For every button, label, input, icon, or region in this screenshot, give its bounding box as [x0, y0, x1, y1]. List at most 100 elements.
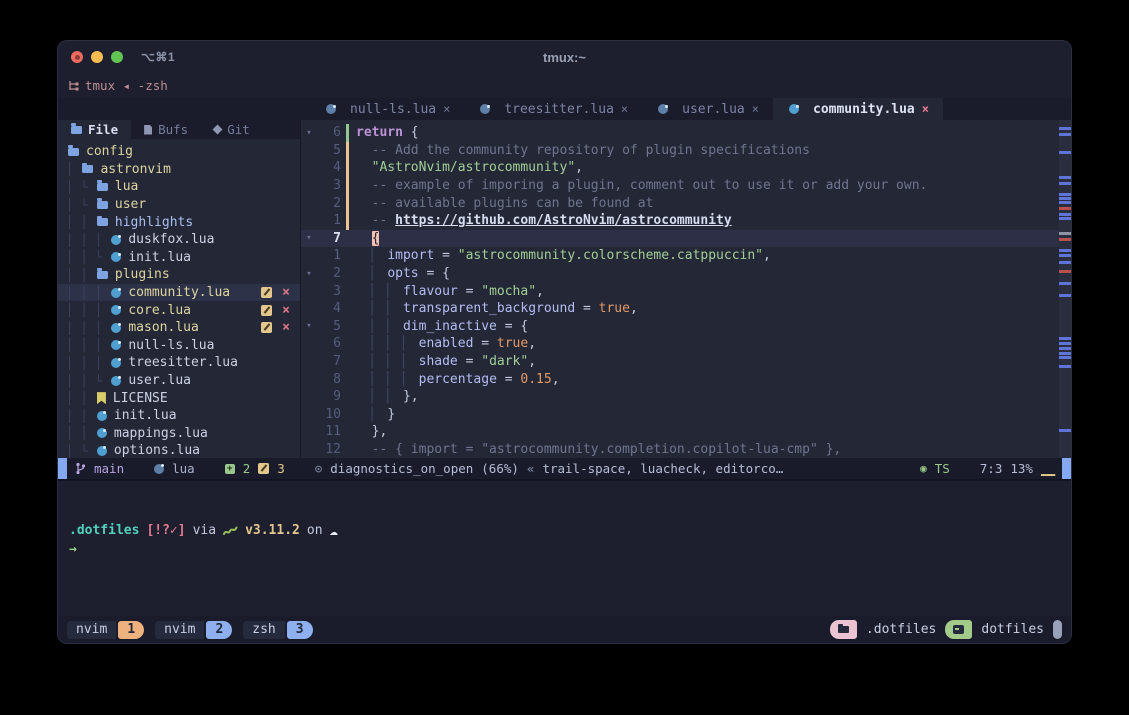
- code-line[interactable]: 11 },: [301, 423, 1071, 441]
- code-line[interactable]: 3 ▏ ▏ flavour = "mocha",: [301, 282, 1071, 300]
- fold-icon[interactable]: ▾: [301, 233, 317, 243]
- code-text: ▏ opts = {: [356, 266, 450, 281]
- tree-item-highlights[interactable]: │ │ highlights: [58, 213, 300, 231]
- close-icon[interactable]: ×: [282, 322, 290, 333]
- prompt-on-label: on: [307, 523, 323, 538]
- tree-item-duskfox.lua[interactable]: │ │ │ duskfox.lua: [58, 231, 300, 249]
- code-line[interactable]: 5 -- Add the community repository of plu…: [301, 142, 1071, 160]
- neotree-source-tabs: File Bufs Git: [58, 120, 300, 139]
- code-line[interactable]: ▾5 ▏ ▏ dim_inactive = {: [301, 318, 1071, 336]
- shell-input-line[interactable]: →: [69, 540, 1071, 559]
- close-window-button[interactable]: [71, 51, 83, 63]
- tree-item-init.lua[interactable]: │ │ └ init.lua: [58, 249, 300, 267]
- tmux-window-zsh-3[interactable]: zsh 3: [243, 621, 312, 639]
- code-line[interactable]: 10 ▏ }: [301, 406, 1071, 424]
- tree-item-core.lua[interactable]: │ │ │ core.lua×: [58, 301, 300, 319]
- tmux-window-name: nvim: [155, 621, 204, 639]
- close-icon[interactable]: ×: [922, 102, 929, 116]
- code-line[interactable]: 7 ▏ ▏ ▏ shade = "dark",: [301, 353, 1071, 371]
- minimap-mark: [1059, 133, 1071, 136]
- tmux-window-nvim-2[interactable]: nvim 2: [155, 621, 232, 639]
- tree-item-astronvim[interactable]: │ astronvim: [58, 161, 300, 179]
- tmux-bar-cap: [1053, 620, 1062, 639]
- fold-icon[interactable]: ▾: [301, 128, 317, 138]
- tree-indent-guides: │ └: [66, 444, 95, 458]
- neotree-tab-label: Bufs: [158, 122, 188, 137]
- fold-icon[interactable]: ▾: [301, 321, 317, 331]
- tree-item-lua[interactable]: │ └ lua: [58, 178, 300, 196]
- tree-item-treesitter.lua[interactable]: │ │ │ treesitter.lua: [58, 354, 300, 372]
- neotree-tab-git[interactable]: Git: [201, 120, 263, 139]
- tree-item-plugins[interactable]: │ │ plugins: [58, 266, 300, 284]
- tmux-status-bar: nvim 1 nvim 2 zsh 3 .dotfiles dotfiles: [58, 616, 1071, 643]
- tree-item-label: plugins: [115, 267, 170, 282]
- close-icon[interactable]: ×: [443, 102, 450, 116]
- tree-item-options.lua[interactable]: │ └ options.lua: [58, 442, 300, 458]
- zoom-window-button[interactable]: [111, 51, 123, 63]
- code-line[interactable]: 2 -- available plugins can be found at: [301, 194, 1071, 212]
- line-number: 10: [317, 407, 341, 422]
- code-line[interactable]: ▾6return {: [301, 124, 1071, 142]
- lua-icon: [154, 464, 164, 474]
- code-line[interactable]: 1 ▏ import = "astrocommunity.colorscheme…: [301, 247, 1071, 265]
- lua-icon-wrap: [480, 104, 490, 114]
- tree-item-community.lua[interactable]: │ │ │ community.lua×: [58, 284, 300, 302]
- code-text: -- Add the community repository of plugi…: [356, 143, 810, 158]
- close-icon[interactable]: ×: [752, 102, 759, 116]
- buffer-tab-treesitter.lua[interactable]: treesitter.lua×: [464, 98, 642, 120]
- close-icon[interactable]: ×: [282, 287, 290, 298]
- minimap-mark: [1059, 193, 1071, 196]
- tree-item-init.lua[interactable]: │ │ init.lua: [58, 407, 300, 425]
- tree-item-LICENSE[interactable]: │ │ LICENSE: [58, 389, 300, 407]
- shell-pane[interactable]: .dotfiles [!?✓] via v3.11.2 on ☁ →: [58, 481, 1071, 618]
- tree-item-config[interactable]: config: [58, 143, 300, 161]
- tree-item-label: mappings.lua: [114, 426, 208, 441]
- fold-icon[interactable]: ▾: [301, 269, 317, 279]
- tree-item-user[interactable]: │ └ user: [58, 196, 300, 214]
- tree-item-label: duskfox.lua: [128, 232, 214, 247]
- code-line[interactable]: ▾7 {: [301, 230, 1071, 248]
- tree-indent-guides: │ │: [66, 391, 95, 405]
- git-sign: [346, 212, 349, 230]
- minimap-mark: [1059, 270, 1071, 273]
- neotree-tab-file[interactable]: File: [58, 120, 131, 139]
- code-line[interactable]: 4 ▏ ▏ transparent_background = true,: [301, 300, 1071, 318]
- neotree-tab-bufs[interactable]: Bufs: [131, 120, 201, 139]
- code-line[interactable]: ▾2 ▏ opts = {: [301, 265, 1071, 283]
- lua-icon: [111, 358, 121, 368]
- git-branch-name[interactable]: main: [94, 461, 124, 476]
- tree-item-label: lua: [115, 179, 138, 194]
- close-icon[interactable]: ×: [621, 102, 628, 116]
- code-line[interactable]: 3 -- example of imporing a plugin, comme…: [301, 177, 1071, 195]
- tree-item-label: user: [115, 197, 146, 212]
- code-line[interactable]: 1 -- https://github.com/AstroNvim/astroc…: [301, 212, 1071, 230]
- nvim-body: FileBufsGit config│ astronvim│ └ lua│ └ …: [58, 120, 1071, 458]
- line-number: 5: [317, 143, 341, 158]
- folder-icon: [97, 183, 108, 191]
- line-number: 9: [317, 389, 341, 404]
- git-sign: [346, 265, 349, 283]
- buffer-tab-user.lua[interactable]: user.lua×: [642, 98, 773, 120]
- code-line[interactable]: 6 ▏ ▏ ▏ enabled = true,: [301, 335, 1071, 353]
- scrollbar-minimap[interactable]: [1059, 120, 1071, 458]
- code-line[interactable]: 4 "AstroNvim/astrocommunity",: [301, 159, 1071, 177]
- lsp-server-name: diagnostics_on_open: [330, 461, 473, 476]
- code-editor[interactable]: ▾6return {5 -- Add the community reposit…: [301, 120, 1071, 458]
- tree-item-null-ls.lua[interactable]: │ │ │ null-ls.lua: [58, 337, 300, 355]
- close-icon[interactable]: ×: [282, 305, 290, 316]
- tmux-session-row[interactable]: tmux ◂ -zsh: [58, 73, 1071, 98]
- code-line[interactable]: 12 -- { import = "astrocommunity.complet…: [301, 441, 1071, 458]
- tree-item-mappings.lua[interactable]: │ │ mappings.lua: [58, 425, 300, 443]
- buffer-tab-community.lua[interactable]: community.lua×: [773, 98, 943, 120]
- code-text: ▏ ▏ transparent_background = true,: [356, 301, 638, 316]
- minimize-window-button[interactable]: [91, 51, 103, 63]
- code-line[interactable]: 9 ▏ ▏ },: [301, 388, 1071, 406]
- buffer-tab-null-ls.lua[interactable]: null-ls.lua×: [310, 98, 464, 120]
- tmux-window-nvim-1[interactable]: nvim 1: [67, 621, 144, 639]
- tree-item-label: mason.lua: [128, 320, 198, 335]
- tree-item-user.lua[interactable]: │ │ └ user.lua: [58, 372, 300, 390]
- mode-indicator-block-right: [1062, 458, 1071, 479]
- tree-item-mason.lua[interactable]: │ │ │ mason.lua×: [58, 319, 300, 337]
- tree-indent-guides: │ └: [66, 198, 95, 212]
- code-line[interactable]: 8 ▏ ▏ ▏ percentage = 0.15,: [301, 370, 1071, 388]
